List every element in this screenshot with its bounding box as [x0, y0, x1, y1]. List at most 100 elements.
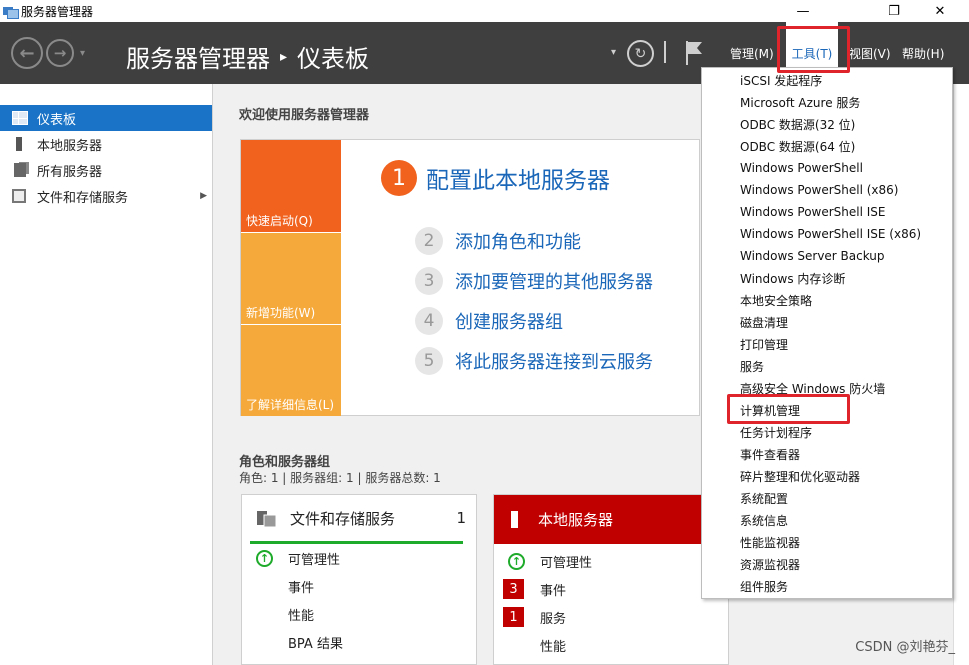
step-link[interactable]: 添加角色和功能 [455, 228, 581, 254]
menu-item-performance-monitor[interactable]: 性能监视器 [702, 531, 952, 553]
row-label: 可管理性 [540, 555, 593, 571]
card-row-events[interactable]: 事件 [242, 572, 476, 600]
tile-quick-start[interactable]: 快速启动(Q) [241, 140, 341, 232]
step-link[interactable]: 创建服务器组 [455, 308, 563, 334]
menu-item-powershell-ise-x86[interactable]: Windows PowerShell ISE (x86) [702, 223, 952, 245]
step-link[interactable]: 配置此本地服务器 [426, 161, 610, 195]
step-add-servers[interactable]: 3 添加要管理的其他服务器 [415, 267, 653, 295]
back-button[interactable]: ← [11, 37, 43, 69]
refresh-button[interactable]: ↻ [627, 40, 654, 67]
menu-item-event-viewer[interactable]: 事件查看器 [702, 443, 952, 465]
tile-label: 新增功能(W) [246, 306, 316, 320]
servers-icon [14, 163, 26, 177]
tools-dropdown-menu: iSCSI 发起程序 Microsoft Azure 服务 ODBC 数据源(3… [701, 67, 953, 599]
alert-count-badge: 1 [503, 607, 524, 627]
storage-icon [257, 511, 277, 528]
server-icon [16, 137, 22, 151]
breadcrumb: 服务器管理器 ▸ 仪表板 [126, 39, 369, 74]
row-label: 性能 [540, 639, 567, 655]
card-row-services[interactable]: 1 服务 [494, 603, 728, 631]
menu-item-resource-monitor[interactable]: 资源监视器 [702, 553, 952, 575]
step-number: 2 [415, 227, 443, 255]
step-create-server-group[interactable]: 4 创建服务器组 [415, 307, 563, 335]
sidebar-item-dashboard[interactable]: 仪表板 [0, 105, 212, 131]
menu-item-firewall[interactable]: 高级安全 Windows 防火墙 [702, 377, 952, 399]
expand-arrow-icon[interactable]: ▶ [200, 191, 207, 201]
row-label: 服务 [540, 611, 567, 627]
dashboard-icon [12, 111, 28, 125]
restore-button[interactable]: ❐ [871, 0, 917, 22]
forward-button[interactable]: → [46, 39, 74, 67]
menu-item-odbc-32[interactable]: ODBC 数据源(32 位) [702, 113, 952, 135]
refresh-icon: ↻ [634, 45, 647, 62]
sidebar-item-all-servers[interactable]: 所有服务器 [0, 157, 212, 183]
menu-item-disk-cleanup[interactable]: 磁盘清理 [702, 311, 952, 333]
menu-item-computer-management[interactable]: 计算机管理 [702, 399, 952, 421]
menu-item-local-security-policy[interactable]: 本地安全策略 [702, 289, 952, 311]
step-number: 3 [415, 267, 443, 295]
card-row-manageability[interactable]: ↑ 可管理性 [242, 544, 476, 572]
tile-label: 了解详细信息(L) [246, 398, 335, 412]
menu-tools-label: 工具(T) [791, 46, 833, 61]
history-dropdown-icon[interactable]: ▾ [80, 48, 85, 59]
refresh-dropdown-icon[interactable]: ▾ [611, 47, 616, 58]
notifications-flag-icon[interactable] [684, 40, 706, 66]
card-header[interactable]: 文件和存储服务 1 [242, 495, 476, 541]
forward-arrow-icon: → [53, 44, 67, 62]
menu-item-powershell-ise[interactable]: Windows PowerShell ISE [702, 201, 952, 223]
breadcrumb-separator-icon: ▸ [280, 48, 288, 65]
menu-item-task-scheduler[interactable]: 任务计划程序 [702, 421, 952, 443]
tile-whats-new[interactable]: 新增功能(W) [241, 233, 341, 324]
alert-count-badge: 3 [503, 579, 524, 599]
step-link[interactable]: 添加要管理的其他服务器 [455, 268, 653, 294]
row-label: BPA 结果 [288, 636, 343, 652]
server-manager-app-icon [3, 5, 19, 19]
card-row-performance[interactable]: 性能 [242, 600, 476, 628]
back-arrow-icon: ← [19, 42, 35, 64]
menu-item-system-information[interactable]: 系统信息 [702, 509, 952, 531]
breadcrumb-page: 仪表板 [297, 45, 370, 73]
minimize-button[interactable]: — [780, 0, 826, 22]
card-local-server[interactable]: 本地服务器 ↑ 可管理性 3 事件 1 服务 性能 [493, 494, 729, 665]
step-configure-local-server[interactable]: 1 配置此本地服务器 [381, 160, 610, 196]
menu-item-iscsi[interactable]: iSCSI 发起程序 [702, 69, 952, 91]
menu-item-powershell[interactable]: Windows PowerShell [702, 157, 952, 179]
card-row-performance[interactable]: 性能 [494, 631, 728, 659]
card-row-manageability[interactable]: ↑ 可管理性 [494, 547, 728, 575]
step-link[interactable]: 将此服务器连接到云服务 [455, 348, 653, 374]
sidebar: 仪表板 本地服务器 所有服务器 文件和存储服务 ▶ [0, 84, 213, 665]
menu-item-server-backup[interactable]: Windows Server Backup [702, 245, 952, 267]
card-header[interactable]: 本地服务器 [494, 495, 728, 544]
menu-item-defrag[interactable]: 碎片整理和优化驱动器 [702, 465, 952, 487]
menu-item-odbc-64[interactable]: ODBC 数据源(64 位) [702, 135, 952, 157]
sidebar-item-label: 本地服务器 [37, 138, 103, 154]
menu-item-component-services[interactable]: 组件服务 [702, 575, 952, 597]
breadcrumb-app[interactable]: 服务器管理器 [126, 39, 270, 74]
step-number: 5 [415, 347, 443, 375]
card-row-events[interactable]: 3 事件 [494, 575, 728, 603]
card-file-storage[interactable]: 文件和存储服务 1 ↑ 可管理性 事件 性能 BPA 结果 [241, 494, 477, 665]
sidebar-item-local-server[interactable]: 本地服务器 [0, 131, 212, 157]
row-label: 事件 [288, 580, 315, 596]
roles-summary: 角色: 1 | 服务器组: 1 | 服务器总数: 1 [239, 471, 441, 485]
menu-item-azure[interactable]: Microsoft Azure 服务 [702, 91, 952, 113]
divider [664, 41, 666, 63]
menu-help-label: 帮助(H) [902, 46, 945, 61]
menu-item-print-management[interactable]: 打印管理 [702, 333, 952, 355]
card-row-bpa[interactable]: BPA 结果 [242, 628, 476, 656]
menu-item-services[interactable]: 服务 [702, 355, 952, 377]
server-icon [511, 511, 518, 528]
menu-item-system-configuration[interactable]: 系统配置 [702, 487, 952, 509]
menu-item-memory-diagnostic[interactable]: Windows 内存诊断 [702, 267, 952, 289]
welcome-title: 欢迎使用服务器管理器 [239, 108, 370, 123]
row-label: 性能 [288, 608, 315, 624]
tile-learn-more[interactable]: 了解详细信息(L) [241, 325, 341, 416]
step-connect-cloud[interactable]: 5 将此服务器连接到云服务 [415, 347, 653, 375]
step-add-roles[interactable]: 2 添加角色和功能 [415, 227, 581, 255]
close-button[interactable]: ✕ [917, 0, 963, 22]
ok-arrow-icon: ↑ [256, 550, 273, 567]
menu-item-powershell-x86[interactable]: Windows PowerShell (x86) [702, 179, 952, 201]
storage-icon [12, 189, 26, 203]
card-title: 本地服务器 [538, 511, 614, 529]
sidebar-item-file-storage[interactable]: 文件和存储服务 ▶ [0, 183, 212, 209]
